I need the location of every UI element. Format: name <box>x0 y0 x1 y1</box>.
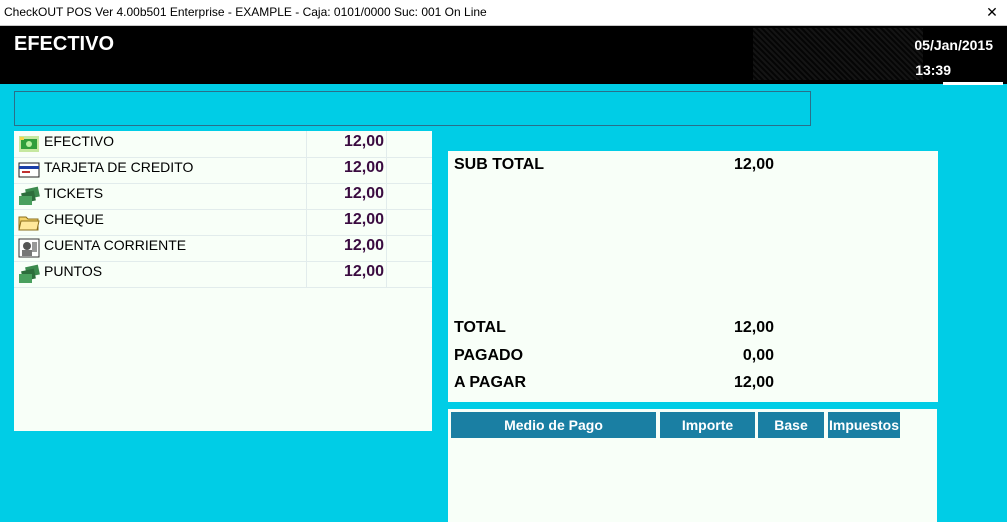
close-button[interactable]: ✕ <box>977 0 1007 24</box>
payment-method-label: EFECTIVO <box>44 133 115 149</box>
payment-method-value: 12,00 <box>343 263 384 280</box>
window-title: CheckOUT POS Ver 4.00b501 Enterprise - E… <box>4 5 487 19</box>
payment-method-efectivo[interactable]: EFECTIVO 12,00 <box>14 131 432 158</box>
credit-card-icon <box>18 160 40 180</box>
pagado-row: PAGADO 0,00 <box>454 347 774 371</box>
payment-method-value: 12,00 <box>343 133 384 150</box>
payment-method-value: 12,00 <box>343 211 384 228</box>
payment-method-puntos[interactable]: PUNTOS 12,00 <box>14 261 432 288</box>
clock-divider <box>943 82 1003 85</box>
column-divider <box>306 235 307 261</box>
subtotal-value: 12,00 <box>733 156 774 173</box>
page-title: EFECTIVO <box>14 33 115 55</box>
column-divider <box>386 183 387 209</box>
apagar-value: 12,00 <box>733 374 774 391</box>
column-divider <box>306 131 307 157</box>
pagado-label: PAGADO <box>454 347 524 364</box>
subtotal-row: SUB TOTAL 12,00 <box>454 156 774 180</box>
points-icon <box>18 264 40 284</box>
column-divider <box>386 131 387 157</box>
payment-method-cuenta-corriente[interactable]: CUENTA CORRIENTE 12,00 <box>14 235 432 262</box>
account-icon <box>18 238 40 258</box>
total-label: TOTAL <box>454 319 506 336</box>
totals-panel: SUB TOTAL 12,00 TOTAL 12,00 PAGADO 0,00 … <box>448 151 938 402</box>
clock-panel: 05/Jan/2015 13:39 <box>914 28 1003 84</box>
payment-method-cheque[interactable]: CHEQUE 12,00 <box>14 209 432 236</box>
payment-method-label: CHEQUE <box>44 211 104 227</box>
total-row: TOTAL 12,00 <box>454 319 774 343</box>
column-divider <box>306 261 307 287</box>
header-pattern <box>753 28 923 80</box>
apagar-label: A PAGAR <box>454 374 526 391</box>
payment-method-label: PUNTOS <box>44 263 103 279</box>
column-divider <box>306 157 307 183</box>
payment-methods-list: EFECTIVO 12,00 TARJETA DE CREDITO 12,00 … <box>14 131 432 431</box>
payment-method-label: CUENTA CORRIENTE <box>44 237 187 253</box>
cheque-icon <box>18 212 40 232</box>
app-header: EFECTIVO 05/Jan/2015 13:39 <box>0 26 1007 85</box>
payment-method-label: TICKETS <box>44 185 104 201</box>
time-display: 13:39 <box>915 62 951 78</box>
payments-grid[interactable]: Medio de Pago Importe Base Impuestos <box>448 409 937 522</box>
column-header-importe[interactable]: Importe <box>660 412 757 438</box>
date-display: 05/Jan/2015 <box>914 37 993 53</box>
subtotal-label: SUB TOTAL <box>454 156 545 173</box>
window-titlebar: CheckOUT POS Ver 4.00b501 Enterprise - E… <box>0 0 1007 26</box>
column-divider <box>386 157 387 183</box>
payment-method-value: 12,00 <box>343 185 384 202</box>
column-header-base[interactable]: Base <box>758 412 826 438</box>
column-divider <box>386 261 387 287</box>
message-field <box>14 91 811 126</box>
apagar-row: A PAGAR 12,00 <box>454 374 774 398</box>
payment-method-tarjeta-de-credito[interactable]: TARJETA DE CREDITO 12,00 <box>14 157 432 184</box>
column-header-medio-de-pago[interactable]: Medio de Pago <box>451 412 658 438</box>
column-divider <box>386 209 387 235</box>
total-value: 12,00 <box>733 319 774 336</box>
payment-method-tickets[interactable]: TICKETS 12,00 <box>14 183 432 210</box>
payment-method-value: 12,00 <box>343 159 384 176</box>
column-divider <box>306 183 307 209</box>
payment-method-value: 12,00 <box>343 237 384 254</box>
column-divider <box>386 235 387 261</box>
cash-icon <box>18 134 40 154</box>
pagado-value: 0,00 <box>742 347 774 364</box>
column-header-impuestos[interactable]: Impuestos <box>828 412 902 438</box>
column-divider <box>306 209 307 235</box>
payment-method-label: TARJETA DE CREDITO <box>44 159 194 175</box>
tickets-icon <box>18 186 40 206</box>
